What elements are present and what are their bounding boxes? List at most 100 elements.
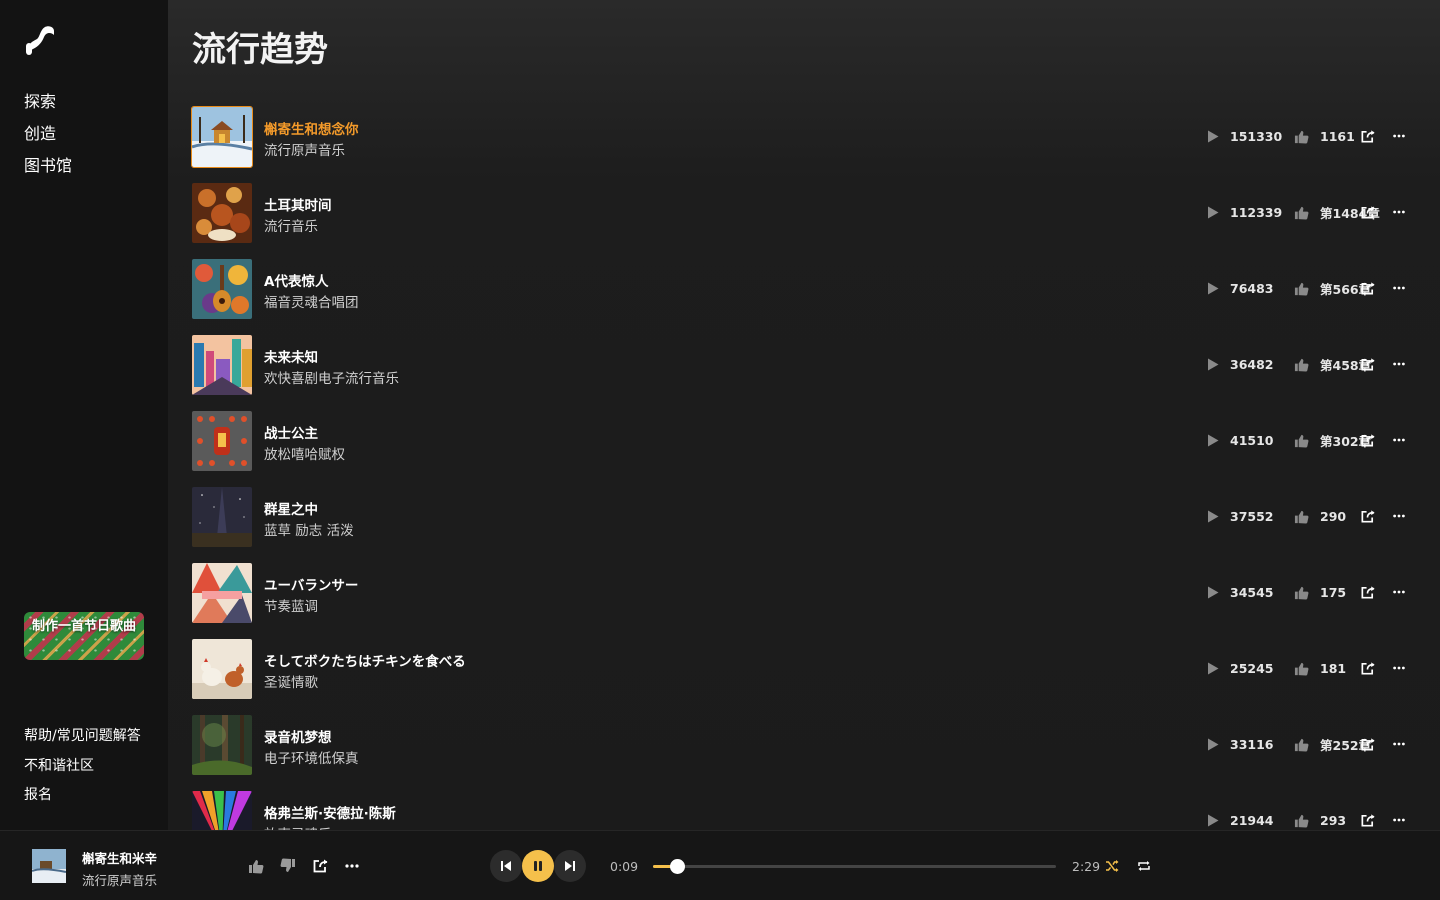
- song-genre[interactable]: 福音灵魂合唱团: [264, 291, 359, 311]
- thumbs-up-icon[interactable]: [1292, 354, 1310, 374]
- thumbs-up-icon[interactable]: [1292, 810, 1310, 830]
- play-icon[interactable]: [1204, 430, 1222, 450]
- song-cover-art[interactable]: [192, 791, 252, 830]
- song-genre[interactable]: 放克灵魂乐: [264, 823, 332, 830]
- sign-up-link[interactable]: 报名: [24, 781, 141, 811]
- song-genre[interactable]: 节奏蓝调: [264, 595, 318, 615]
- share-icon[interactable]: [1358, 430, 1376, 450]
- song-title[interactable]: 格弗兰斯·安德拉·陈斯: [264, 802, 396, 822]
- play-icon[interactable]: [1204, 126, 1222, 146]
- logo-icon[interactable]: [24, 22, 56, 56]
- share-icon[interactable]: [1358, 658, 1376, 678]
- share-icon[interactable]: [1358, 126, 1376, 146]
- share-icon[interactable]: [1358, 354, 1376, 374]
- thumbs-up-icon[interactable]: [1292, 506, 1310, 526]
- song-title[interactable]: 战士公主: [264, 422, 318, 442]
- song-row[interactable]: ユーバランサー 节奏蓝调 34545 175: [192, 562, 1416, 638]
- play-icon[interactable]: [1204, 734, 1222, 754]
- song-cover-art[interactable]: [192, 259, 252, 319]
- thumbs-up-icon[interactable]: [1292, 582, 1310, 602]
- song-cover-art[interactable]: [191, 106, 253, 168]
- song-row[interactable]: 群星之中 蓝草 励志 活泼 37552 290: [192, 486, 1416, 562]
- play-icon[interactable]: [1204, 582, 1222, 602]
- song-genre[interactable]: 欢快喜剧电子流行音乐: [264, 367, 399, 387]
- song-row[interactable]: 槲寄生和想念你 流行原声音乐 151330 1161: [191, 106, 1416, 182]
- song-title[interactable]: 槲寄生和想念你: [264, 118, 359, 138]
- share-icon[interactable]: [1358, 734, 1376, 754]
- play-icon[interactable]: [1204, 202, 1222, 222]
- holiday-song-promo-button[interactable]: 制作一首节日歌曲: [24, 612, 144, 660]
- song-cover-art[interactable]: [192, 715, 252, 775]
- progress-bar[interactable]: [653, 859, 1056, 874]
- thumbs-up-icon[interactable]: [1292, 734, 1310, 754]
- song-genre[interactable]: 流行音乐: [264, 215, 318, 235]
- song-title[interactable]: 群星之中: [264, 498, 318, 518]
- song-genre[interactable]: 放松嘻哈赋权: [264, 443, 345, 463]
- song-cover-art[interactable]: [192, 335, 252, 395]
- thumbs-up-icon[interactable]: [1292, 658, 1310, 678]
- thumbs-up-icon[interactable]: [246, 856, 266, 876]
- play-icon[interactable]: [1204, 354, 1222, 374]
- more-icon[interactable]: [1390, 354, 1408, 374]
- nav-create[interactable]: 创造: [24, 118, 72, 150]
- song-row[interactable]: A代表惊人 福音灵魂合唱团 76483 第566章: [192, 258, 1416, 334]
- song-row[interactable]: 未来未知 欢快喜剧电子流行音乐 36482 第458章: [192, 334, 1416, 410]
- more-icon[interactable]: [1390, 658, 1408, 678]
- song-row[interactable]: 战士公主 放松嘻哈赋权 41510 第302章: [192, 410, 1416, 486]
- more-icon[interactable]: [1390, 582, 1408, 602]
- share-icon[interactable]: [1358, 506, 1376, 526]
- more-icon[interactable]: [1390, 430, 1408, 450]
- more-icon[interactable]: [1390, 734, 1408, 754]
- share-icon[interactable]: [1358, 810, 1376, 830]
- song-title[interactable]: 未来未知: [264, 346, 318, 366]
- more-icon[interactable]: [1390, 810, 1408, 830]
- previous-icon[interactable]: [490, 850, 522, 882]
- share-icon[interactable]: [1358, 278, 1376, 298]
- song-row[interactable]: 录音机梦想 电子环境低保真 33116 第252章: [192, 714, 1416, 790]
- song-title[interactable]: 土耳其时间: [264, 194, 332, 214]
- play-icon[interactable]: [1204, 278, 1222, 298]
- share-icon[interactable]: [1358, 582, 1376, 602]
- song-cover-art[interactable]: [192, 639, 252, 699]
- song-cover-art[interactable]: [192, 411, 252, 471]
- more-icon[interactable]: [1390, 506, 1408, 526]
- more-icon[interactable]: [1390, 278, 1408, 298]
- song-cover-art[interactable]: [192, 487, 252, 547]
- shuffle-icon[interactable]: [1102, 856, 1122, 876]
- song-cover-art[interactable]: [192, 183, 252, 243]
- now-playing-title[interactable]: 槲寄生和米辛: [82, 848, 157, 867]
- thumbs-up-icon[interactable]: [1292, 430, 1310, 450]
- song-title[interactable]: そしてボクたちはチキンを食べる: [264, 650, 466, 670]
- song-title[interactable]: ユーバランサー: [264, 574, 358, 594]
- thumbs-up-icon[interactable]: [1292, 126, 1310, 146]
- play-icon[interactable]: [1204, 506, 1222, 526]
- song-cover-art[interactable]: [192, 563, 252, 623]
- share-icon[interactable]: [1358, 202, 1376, 222]
- repeat-icon[interactable]: [1134, 856, 1154, 876]
- song-row[interactable]: 土耳其时间 流行音乐 112339 第1484章: [192, 182, 1416, 258]
- more-icon[interactable]: [342, 856, 362, 876]
- pause-icon[interactable]: [522, 850, 554, 882]
- song-title[interactable]: A代表惊人: [264, 270, 328, 290]
- thumbs-up-icon[interactable]: [1292, 202, 1310, 222]
- song-row[interactable]: そしてボクたちはチキンを食べる 圣诞情歌 25245 181: [192, 638, 1416, 714]
- nav-explore[interactable]: 探索: [24, 86, 72, 118]
- more-icon[interactable]: [1390, 126, 1408, 146]
- share-icon[interactable]: [310, 856, 330, 876]
- discord-link[interactable]: 不和谐社区: [24, 752, 141, 782]
- song-title[interactable]: 录音机梦想: [264, 726, 332, 746]
- play-icon[interactable]: [1204, 658, 1222, 678]
- song-genre[interactable]: 流行原声音乐: [264, 139, 345, 159]
- song-genre[interactable]: 圣诞情歌: [264, 671, 318, 691]
- more-icon[interactable]: [1390, 202, 1408, 222]
- thumbs-down-icon[interactable]: [278, 856, 298, 876]
- song-row[interactable]: 格弗兰斯·安德拉·陈斯放克灵魂乐 21944 293: [192, 790, 1416, 830]
- thumbs-up-icon[interactable]: [1292, 278, 1310, 298]
- now-playing-subtitle[interactable]: 流行原声音乐: [82, 870, 157, 889]
- song-genre[interactable]: 电子环境低保真: [264, 747, 359, 767]
- help-faq-link[interactable]: 帮助/常见问题解答: [24, 722, 141, 752]
- song-genre[interactable]: 蓝草 励志 活泼: [264, 519, 354, 539]
- nav-library[interactable]: 图书馆: [24, 150, 72, 182]
- play-icon[interactable]: [1204, 810, 1222, 830]
- progress-handle[interactable]: [670, 859, 686, 874]
